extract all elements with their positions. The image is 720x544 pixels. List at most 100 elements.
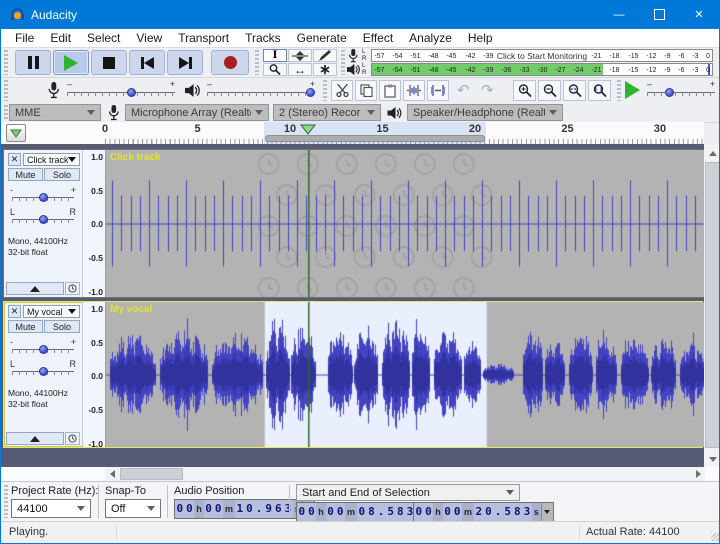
gain-slider[interactable]: -+	[12, 344, 74, 354]
track-amplitude-ruler[interactable]: 1.0 0.5 0.0 -0.5 -1.0	[82, 150, 106, 297]
selection-tool-button[interactable]: I	[263, 49, 287, 62]
playhead-marker-icon[interactable]	[300, 124, 316, 135]
transport-toolbar-grip[interactable]	[4, 50, 8, 75]
track-close-button[interactable]: ✕	[8, 305, 21, 318]
redo-icon[interactable]: ↷	[481, 81, 494, 99]
multi-tool-button[interactable]: ∗	[313, 63, 337, 76]
skip-to-start-button[interactable]	[129, 50, 165, 75]
track-close-button[interactable]: ✕	[8, 153, 21, 166]
play-at-speed-button[interactable]	[625, 81, 640, 99]
scroll-left-button[interactable]	[105, 467, 119, 481]
click-track-waveform[interactable]	[106, 150, 704, 297]
stop-button[interactable]	[91, 50, 127, 75]
solo-button[interactable]: Solo	[44, 320, 80, 333]
mixer-toolbar-grip[interactable]	[4, 80, 8, 101]
track-amplitude-ruler[interactable]: 1.0 0.5 0.0 -0.5 -1.0	[82, 302, 106, 447]
menu-view[interactable]: View	[128, 31, 170, 45]
ruler-selection-bar[interactable]	[265, 135, 485, 142]
mute-button[interactable]: Mute	[8, 320, 43, 333]
menu-analyze[interactable]: Analyze	[401, 31, 460, 45]
record-meter-monitoring-text[interactable]: Click to Start Monitoring	[495, 51, 589, 62]
horizontal-scroll-thumb[interactable]	[120, 468, 183, 480]
play-speed-thumb[interactable]	[665, 88, 674, 97]
gain-thumb[interactable]	[39, 193, 48, 202]
horizontal-scrollbar[interactable]	[105, 467, 705, 481]
recording-channels-dropdown[interactable]: 2 (Stereo) Recor	[273, 104, 381, 121]
resize-grip[interactable]	[711, 533, 719, 541]
copy-button[interactable]	[355, 80, 377, 101]
track-format-info: Mono, 44100Hz	[8, 236, 68, 246]
selection-toolbar-grip[interactable]	[4, 485, 8, 518]
zoom-to-selection-button[interactable]	[563, 80, 586, 101]
cut-button[interactable]	[331, 80, 353, 101]
pan-slider[interactable]: LR	[12, 366, 74, 376]
zoom-in-button[interactable]	[513, 80, 536, 101]
pan-thumb[interactable]	[39, 367, 48, 376]
project-rate-dropdown[interactable]: 44100	[11, 499, 91, 518]
scroll-right-button[interactable]	[691, 467, 705, 481]
gain-thumb[interactable]	[39, 345, 48, 354]
recording-volume-thumb[interactable]	[127, 88, 136, 97]
zoom-out-button[interactable]	[538, 80, 561, 101]
recording-device-dropdown[interactable]: Microphone Array (Realtek	[125, 104, 269, 121]
play-button[interactable]	[53, 50, 89, 75]
playback-meter[interactable]: -57-54-51-48-45-42-39-36-33-30-27-24-21-…	[371, 63, 713, 76]
solo-button[interactable]: Solo	[44, 168, 80, 181]
meter-toolbar-grip[interactable]	[341, 50, 345, 75]
menu-file[interactable]: File	[7, 31, 42, 45]
mute-button[interactable]: Mute	[8, 168, 43, 181]
scroll-down-button[interactable]	[704, 451, 720, 467]
audio-position-field[interactable]: 00h00m10.963s	[174, 499, 315, 519]
menu-edit[interactable]: Edit	[42, 31, 79, 45]
maximize-button[interactable]	[639, 0, 679, 29]
snap-to-dropdown[interactable]: Off	[105, 499, 161, 518]
sync-lock-clock-button[interactable]	[65, 432, 80, 445]
pause-button[interactable]	[15, 50, 51, 75]
selection-end-field[interactable]: 00h00m20.583s	[413, 502, 554, 522]
undo-icon[interactable]: ↶	[457, 81, 470, 99]
zoom-fit-project-button[interactable]	[588, 80, 611, 101]
gain-slider[interactable]: -+	[12, 192, 74, 202]
minimize-button[interactable]: —	[599, 0, 639, 29]
scroll-up-button[interactable]	[704, 145, 720, 161]
record-button[interactable]	[211, 50, 249, 75]
tools-toolbar-grip[interactable]	[255, 50, 259, 75]
playback-volume-slider[interactable]: –+	[207, 86, 315, 98]
record-meter[interactable]: -57-54-51-48-45-42-39-36-33-30-27-24-21-…	[371, 49, 713, 62]
menu-select[interactable]: Select	[79, 31, 128, 45]
device-toolbar-grip[interactable]	[4, 105, 8, 121]
zoom-tool-button[interactable]	[263, 63, 287, 76]
recording-volume-slider[interactable]: –+	[67, 86, 175, 98]
timeshift-tool-button[interactable]: ↔	[288, 63, 312, 76]
play-speed-slider[interactable]: –+	[647, 86, 715, 98]
skip-to-end-button[interactable]	[167, 50, 203, 75]
play-at-speed-grip[interactable]	[617, 80, 621, 101]
menu-effect[interactable]: Effect	[355, 31, 401, 45]
vertical-scroll-thumb[interactable]	[705, 162, 720, 448]
track-menu-button[interactable]: Click track	[23, 153, 80, 166]
title-bar[interactable]: Audacity — ✕	[1, 0, 719, 29]
silence-audio-button[interactable]	[427, 80, 449, 101]
paste-button[interactable]	[379, 80, 401, 101]
audio-host-dropdown[interactable]: MME	[9, 104, 101, 121]
menu-generate[interactable]: Generate	[289, 31, 355, 45]
playback-volume-thumb[interactable]	[306, 88, 315, 97]
playback-device-dropdown[interactable]: Speaker/Headphone (Realte	[407, 104, 563, 121]
timeline-ruler[interactable]: 051015202530	[1, 122, 704, 145]
edit-toolbar-grip[interactable]	[323, 80, 327, 101]
trim-audio-button[interactable]	[403, 80, 425, 101]
close-button[interactable]: ✕	[679, 0, 719, 29]
collapse-track-button[interactable]	[6, 282, 64, 295]
menu-tracks[interactable]: Tracks	[237, 31, 289, 45]
track-menu-button[interactable]: My vocal	[23, 305, 80, 318]
sync-lock-clock-button[interactable]	[65, 282, 80, 295]
menu-help[interactable]: Help	[460, 31, 501, 45]
pan-slider[interactable]: LR	[12, 214, 74, 224]
vertical-scrollbar[interactable]	[704, 145, 720, 467]
vocal-track-waveform[interactable]	[106, 302, 704, 447]
selection-mode-dropdown[interactable]: Start and End of Selection	[296, 484, 520, 501]
menu-transport[interactable]: Transport	[170, 31, 237, 45]
pan-thumb[interactable]	[39, 215, 48, 224]
envelope-tool-button[interactable]	[288, 49, 312, 62]
collapse-track-button[interactable]	[6, 432, 64, 445]
